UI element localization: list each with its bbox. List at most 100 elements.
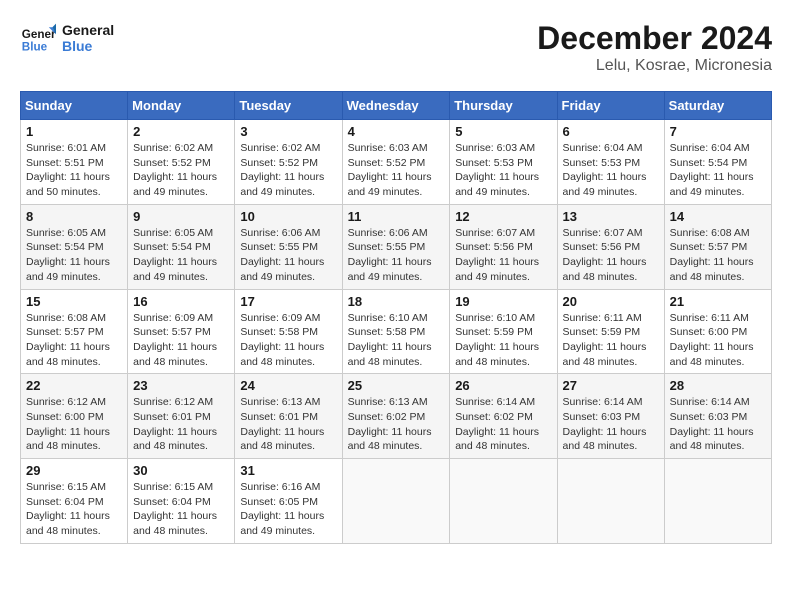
page-header: General Blue General Blue December 2024 …	[20, 20, 772, 75]
day-info: Sunrise: 6:16 AM Sunset: 6:05 PM Dayligh…	[240, 480, 336, 539]
day-info: Sunrise: 6:15 AM Sunset: 6:04 PM Dayligh…	[26, 480, 122, 539]
day-info: Sunrise: 6:14 AM Sunset: 6:03 PM Dayligh…	[670, 395, 766, 454]
weekday-header-tuesday: Tuesday	[235, 92, 342, 120]
day-info: Sunrise: 6:08 AM Sunset: 5:57 PM Dayligh…	[26, 311, 122, 370]
calendar-cell: 2 Sunrise: 6:02 AM Sunset: 5:52 PM Daylig…	[128, 120, 235, 205]
logo: General Blue General Blue	[20, 20, 114, 56]
day-info: Sunrise: 6:06 AM Sunset: 5:55 PM Dayligh…	[348, 226, 445, 285]
day-info: Sunrise: 6:05 AM Sunset: 5:54 PM Dayligh…	[26, 226, 122, 285]
day-info: Sunrise: 6:12 AM Sunset: 6:00 PM Dayligh…	[26, 395, 122, 454]
calendar-cell: 12 Sunrise: 6:07 AM Sunset: 5:56 PM Dayli…	[450, 204, 557, 289]
day-number: 12	[455, 209, 551, 224]
day-number: 29	[26, 463, 122, 478]
day-number: 22	[26, 378, 122, 393]
calendar-cell	[664, 459, 771, 544]
day-info: Sunrise: 6:09 AM Sunset: 5:57 PM Dayligh…	[133, 311, 229, 370]
calendar-week-5: 29 Sunrise: 6:15 AM Sunset: 6:04 PM Dayli…	[21, 459, 772, 544]
day-number: 27	[563, 378, 659, 393]
calendar-cell: 22 Sunrise: 6:12 AM Sunset: 6:00 PM Dayli…	[21, 374, 128, 459]
day-number: 24	[240, 378, 336, 393]
day-info: Sunrise: 6:03 AM Sunset: 5:52 PM Dayligh…	[348, 141, 445, 200]
calendar-cell: 11 Sunrise: 6:06 AM Sunset: 5:55 PM Dayli…	[342, 204, 450, 289]
day-number: 2	[133, 124, 229, 139]
day-number: 19	[455, 294, 551, 309]
calendar-cell: 6 Sunrise: 6:04 AM Sunset: 5:53 PM Daylig…	[557, 120, 664, 205]
day-info: Sunrise: 6:03 AM Sunset: 5:53 PM Dayligh…	[455, 141, 551, 200]
day-info: Sunrise: 6:14 AM Sunset: 6:03 PM Dayligh…	[563, 395, 659, 454]
calendar-cell: 15 Sunrise: 6:08 AM Sunset: 5:57 PM Dayli…	[21, 289, 128, 374]
calendar-cell: 25 Sunrise: 6:13 AM Sunset: 6:02 PM Dayli…	[342, 374, 450, 459]
day-info: Sunrise: 6:13 AM Sunset: 6:02 PM Dayligh…	[348, 395, 445, 454]
day-info: Sunrise: 6:08 AM Sunset: 5:57 PM Dayligh…	[670, 226, 766, 285]
day-number: 8	[26, 209, 122, 224]
weekday-header-sunday: Sunday	[21, 92, 128, 120]
month-title: December 2024	[537, 20, 772, 57]
calendar-cell: 7 Sunrise: 6:04 AM Sunset: 5:54 PM Daylig…	[664, 120, 771, 205]
calendar-cell: 9 Sunrise: 6:05 AM Sunset: 5:54 PM Daylig…	[128, 204, 235, 289]
calendar-cell: 3Sunrise: 6:02 AM Sunset: 5:52 PM Daylig…	[235, 120, 342, 205]
day-number: 11	[348, 209, 445, 224]
day-number: 7	[670, 124, 766, 139]
calendar-week-1: 1Sunrise: 6:01 AM Sunset: 5:51 PM Daylig…	[21, 120, 772, 205]
day-number: 10	[240, 209, 336, 224]
weekday-header-friday: Friday	[557, 92, 664, 120]
weekday-header-thursday: Thursday	[450, 92, 557, 120]
day-info: Sunrise: 6:10 AM Sunset: 5:58 PM Dayligh…	[348, 311, 445, 370]
day-info: Sunrise: 6:09 AM Sunset: 5:58 PM Dayligh…	[240, 311, 336, 370]
calendar-cell	[557, 459, 664, 544]
day-number: 18	[348, 294, 445, 309]
day-info: Sunrise: 6:15 AM Sunset: 6:04 PM Dayligh…	[133, 480, 229, 539]
day-info: Sunrise: 6:07 AM Sunset: 5:56 PM Dayligh…	[563, 226, 659, 285]
day-number: 20	[563, 294, 659, 309]
calendar-cell: 21Sunrise: 6:11 AM Sunset: 6:00 PM Dayli…	[664, 289, 771, 374]
day-info: Sunrise: 6:04 AM Sunset: 5:54 PM Dayligh…	[670, 141, 766, 200]
calendar-week-4: 22 Sunrise: 6:12 AM Sunset: 6:00 PM Dayli…	[21, 374, 772, 459]
day-info: Sunrise: 6:11 AM Sunset: 6:00 PM Dayligh…	[670, 311, 766, 370]
day-number: 9	[133, 209, 229, 224]
calendar-cell: 10Sunrise: 6:06 AM Sunset: 5:55 PM Dayli…	[235, 204, 342, 289]
day-number: 16	[133, 294, 229, 309]
day-info: Sunrise: 6:07 AM Sunset: 5:56 PM Dayligh…	[455, 226, 551, 285]
calendar-cell: 19 Sunrise: 6:10 AM Sunset: 5:59 PM Dayli…	[450, 289, 557, 374]
calendar-cell: 31 Sunrise: 6:16 AM Sunset: 6:05 PM Dayli…	[235, 459, 342, 544]
day-info: Sunrise: 6:02 AM Sunset: 5:52 PM Dayligh…	[240, 141, 336, 200]
day-info: Sunrise: 6:14 AM Sunset: 6:02 PM Dayligh…	[455, 395, 551, 454]
day-info: Sunrise: 6:13 AM Sunset: 6:01 PM Dayligh…	[240, 395, 336, 454]
day-number: 14	[670, 209, 766, 224]
logo-text-general: General	[62, 22, 114, 38]
day-number: 1	[26, 124, 122, 139]
calendar-cell: 29 Sunrise: 6:15 AM Sunset: 6:04 PM Dayli…	[21, 459, 128, 544]
calendar-cell	[450, 459, 557, 544]
calendar-cell: 27 Sunrise: 6:14 AM Sunset: 6:03 PM Dayli…	[557, 374, 664, 459]
calendar-cell: 20 Sunrise: 6:11 AM Sunset: 5:59 PM Dayli…	[557, 289, 664, 374]
calendar-cell: 16 Sunrise: 6:09 AM Sunset: 5:57 PM Dayli…	[128, 289, 235, 374]
calendar-cell: 8 Sunrise: 6:05 AM Sunset: 5:54 PM Daylig…	[21, 204, 128, 289]
svg-text:Blue: Blue	[22, 41, 48, 54]
calendar-week-3: 15 Sunrise: 6:08 AM Sunset: 5:57 PM Dayli…	[21, 289, 772, 374]
day-info: Sunrise: 6:02 AM Sunset: 5:52 PM Dayligh…	[133, 141, 229, 200]
calendar-week-2: 8 Sunrise: 6:05 AM Sunset: 5:54 PM Daylig…	[21, 204, 772, 289]
calendar-header-row: SundayMondayTuesdayWednesdayThursdayFrid…	[21, 92, 772, 120]
day-number: 31	[240, 463, 336, 478]
calendar-cell: 1Sunrise: 6:01 AM Sunset: 5:51 PM Daylig…	[21, 120, 128, 205]
day-number: 15	[26, 294, 122, 309]
calendar-cell: 24 Sunrise: 6:13 AM Sunset: 6:01 PM Dayli…	[235, 374, 342, 459]
calendar-cell: 5Sunrise: 6:03 AM Sunset: 5:53 PM Daylig…	[450, 120, 557, 205]
day-number: 26	[455, 378, 551, 393]
calendar-cell: 23Sunrise: 6:12 AM Sunset: 6:01 PM Dayli…	[128, 374, 235, 459]
calendar-cell: 26 Sunrise: 6:14 AM Sunset: 6:02 PM Dayli…	[450, 374, 557, 459]
day-number: 6	[563, 124, 659, 139]
day-info: Sunrise: 6:04 AM Sunset: 5:53 PM Dayligh…	[563, 141, 659, 200]
day-number: 23	[133, 378, 229, 393]
day-number: 25	[348, 378, 445, 393]
logo-text-blue: Blue	[62, 38, 114, 54]
day-info: Sunrise: 6:11 AM Sunset: 5:59 PM Dayligh…	[563, 311, 659, 370]
day-number: 13	[563, 209, 659, 224]
calendar-cell: 17Sunrise: 6:09 AM Sunset: 5:58 PM Dayli…	[235, 289, 342, 374]
weekday-header-wednesday: Wednesday	[342, 92, 450, 120]
calendar-cell: 28Sunrise: 6:14 AM Sunset: 6:03 PM Dayli…	[664, 374, 771, 459]
day-info: Sunrise: 6:10 AM Sunset: 5:59 PM Dayligh…	[455, 311, 551, 370]
calendar-cell: 30Sunrise: 6:15 AM Sunset: 6:04 PM Dayli…	[128, 459, 235, 544]
day-info: Sunrise: 6:05 AM Sunset: 5:54 PM Dayligh…	[133, 226, 229, 285]
logo-icon: General Blue	[20, 20, 56, 56]
